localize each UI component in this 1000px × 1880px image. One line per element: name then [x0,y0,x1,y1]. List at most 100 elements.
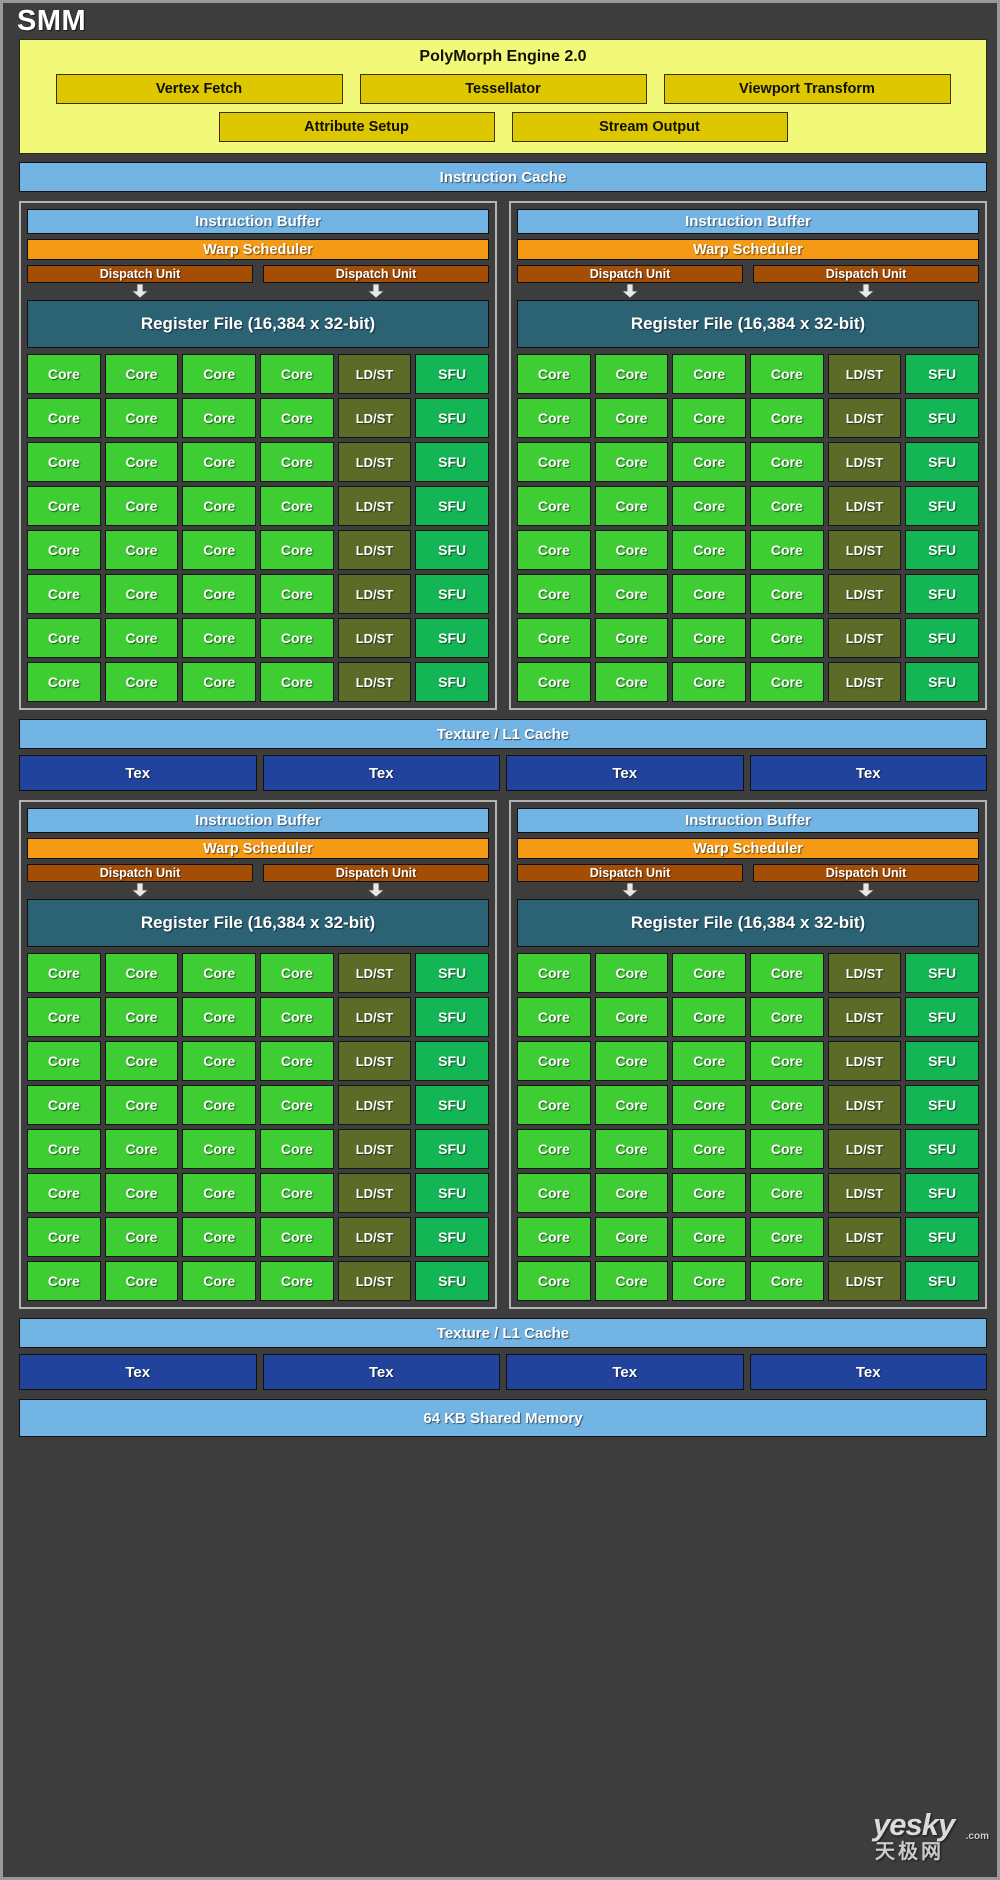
execution-unit-ldst: LD/ST [827,574,902,614]
execution-unit-core: Core [104,1041,179,1081]
execution-unit-core: Core [259,1261,334,1301]
execution-unit-core: Core [672,662,746,702]
execution-unit-core: Core [104,953,179,993]
execution-unit-core: Core [27,662,101,702]
execution-unit-core: Core [182,997,256,1037]
execution-unit-core: Core [594,486,669,526]
execution-unit-sfu: SFU [905,530,979,570]
execution-unit-core: Core [259,354,334,394]
execution-unit-sfu: SFU [415,1217,489,1257]
execution-unit-sfu: SFU [415,354,489,394]
watermark: yesky .com 天极网 [873,1809,989,1871]
execution-unit-core: Core [517,997,591,1037]
execution-unit-sfu: SFU [415,574,489,614]
tex-unit-3: Tex [506,755,744,791]
execution-unit-ldst: LD/ST [337,1041,412,1081]
processing-block-4: Instruction Buffer Warp Scheduler Dispatch… [509,800,987,1309]
execution-unit-sfu: SFU [905,1129,979,1169]
execution-unit-core: Core [749,574,824,614]
polymorph-bottom-row: Attribute Setup Stream Output [30,112,976,142]
processing-block-row-bottom: Instruction Buffer Warp Scheduler Dispatch… [19,800,987,1309]
execution-unit-core: Core [182,1261,256,1301]
execution-unit-core: Core [517,486,591,526]
execution-unit-sfu: SFU [415,997,489,1037]
execution-unit-core: Core [27,1041,101,1081]
execution-unit-core: Core [517,442,591,482]
execution-unit-core: Core [517,1085,591,1125]
execution-unit-core: Core [517,354,591,394]
processing-block-2: Instruction Buffer Warp Scheduler Dispatch… [509,201,987,710]
execution-unit-core: Core [182,618,256,658]
execution-unit-core: Core [27,442,101,482]
execution-unit-core: Core [182,1041,256,1081]
execution-unit-core: Core [182,442,256,482]
execution-unit-core: Core [259,662,334,702]
execution-unit-core: Core [672,1129,746,1169]
execution-unit-core: Core [594,1173,669,1213]
execution-unit-ldst: LD/ST [827,1217,902,1257]
polymorph-top-row: Vertex Fetch Tessellator Viewport Transf… [30,74,976,104]
texture-l1-cache-lower: Texture / L1 Cache [19,1318,987,1348]
execution-unit-core: Core [104,354,179,394]
execution-unit-core: Core [672,953,746,993]
execution-unit-core: Core [517,1261,591,1301]
execution-unit-sfu: SFU [905,1041,979,1081]
execution-unit-ldst: LD/ST [827,953,902,993]
execution-unit-sfu: SFU [905,1217,979,1257]
execution-unit-core: Core [594,398,669,438]
execution-unit-core: Core [749,1173,824,1213]
watermark-latin-text: yesky [873,1807,955,1842]
execution-unit-core: Core [259,442,334,482]
down-arrow-icon [517,882,743,899]
execution-unit-core: Core [749,1217,824,1257]
execution-unit-core: Core [672,574,746,614]
execution-unit-core: Core [182,398,256,438]
polymorph-unit-viewport-transform: Viewport Transform [663,74,951,104]
execution-unit-core: Core [259,398,334,438]
execution-unit-ldst: LD/ST [827,1261,902,1301]
core-grid: Core Core Core Core LD/ST SFU Core Core Core Core… [517,953,979,1301]
diagram-body: PolyMorph Engine 2.0 Vertex Fetch Tessel… [19,39,987,1437]
execution-unit-core: Core [27,574,101,614]
execution-unit-core: Core [672,618,746,658]
execution-unit-core: Core [104,398,179,438]
execution-unit-ldst: LD/ST [337,618,412,658]
execution-unit-core: Core [104,1085,179,1125]
execution-unit-sfu: SFU [905,1085,979,1125]
register-file: Register File (16,384 x 32-bit) [517,300,979,348]
execution-unit-core: Core [259,618,334,658]
execution-unit-sfu: SFU [905,354,979,394]
polymorph-engine-block: PolyMorph Engine 2.0 Vertex Fetch Tessel… [19,39,987,154]
polymorph-unit-stream-output: Stream Output [511,112,788,142]
processing-block-row-top: Instruction Buffer Warp Scheduler Dispatch… [19,201,987,710]
execution-unit-core: Core [259,1085,334,1125]
execution-unit-core: Core [672,442,746,482]
warp-scheduler: Warp Scheduler [517,239,979,260]
execution-unit-core: Core [672,530,746,570]
dispatch-unit-row: Dispatch Unit Dispatch Unit [27,265,489,283]
down-arrow-icon [27,283,253,300]
execution-unit-core: Core [182,953,256,993]
execution-unit-ldst: LD/ST [337,1261,412,1301]
execution-unit-sfu: SFU [415,1129,489,1169]
execution-unit-core: Core [749,486,824,526]
execution-unit-ldst: LD/ST [827,442,902,482]
execution-unit-core: Core [27,1129,101,1169]
down-arrow-icon [517,283,743,300]
execution-unit-core: Core [749,354,824,394]
execution-unit-core: Core [517,618,591,658]
tex-unit-2: Tex [262,1354,500,1390]
dispatch-unit-row: Dispatch Unit Dispatch Unit [27,864,489,882]
execution-unit-core: Core [104,997,179,1037]
polymorph-unit-tessellator: Tessellator [359,74,647,104]
execution-unit-core: Core [594,354,669,394]
execution-unit-core: Core [594,1041,669,1081]
execution-unit-core: Core [749,1041,824,1081]
execution-unit-core: Core [27,398,101,438]
execution-unit-core: Core [594,442,669,482]
execution-unit-sfu: SFU [415,1085,489,1125]
execution-unit-ldst: LD/ST [337,354,412,394]
execution-unit-core: Core [749,530,824,570]
dispatch-unit-1: Dispatch Unit [517,864,743,882]
execution-unit-core: Core [749,997,824,1037]
